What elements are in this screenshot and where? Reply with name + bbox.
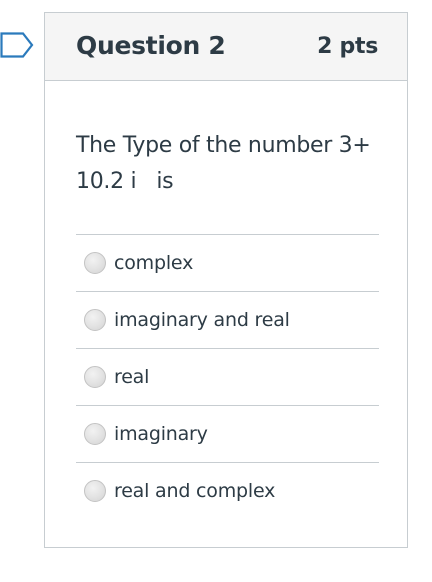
radio-button[interactable] (84, 423, 106, 445)
flag-question-icon[interactable] (0, 32, 34, 58)
answer-label[interactable]: imaginary (114, 422, 208, 446)
question-text: The Type of the number 3+ 10.2 i is (76, 133, 378, 194)
radio-button[interactable] (84, 252, 106, 274)
radio-button[interactable] (84, 480, 106, 502)
answer-option[interactable]: real and complex (76, 463, 379, 519)
answer-label[interactable]: complex (114, 251, 193, 275)
answer-label[interactable]: imaginary and real (114, 308, 290, 332)
radio-button[interactable] (84, 309, 106, 331)
question-points: 2 pts (317, 34, 378, 59)
question-title: Question 2 (76, 31, 226, 60)
answer-option[interactable]: imaginary (76, 406, 379, 463)
question-header: Question 2 2 pts (45, 13, 407, 81)
radio-button[interactable] (84, 366, 106, 388)
question-card: Question 2 2 pts The Type of the number … (44, 12, 408, 548)
answer-label[interactable]: real (114, 365, 149, 389)
answer-list: complex imaginary and real real imaginar… (76, 234, 379, 519)
answer-label[interactable]: real and complex (114, 479, 275, 503)
answer-option[interactable]: complex (76, 235, 379, 292)
answer-option[interactable]: real (76, 349, 379, 406)
answer-option[interactable]: imaginary and real (76, 292, 379, 349)
